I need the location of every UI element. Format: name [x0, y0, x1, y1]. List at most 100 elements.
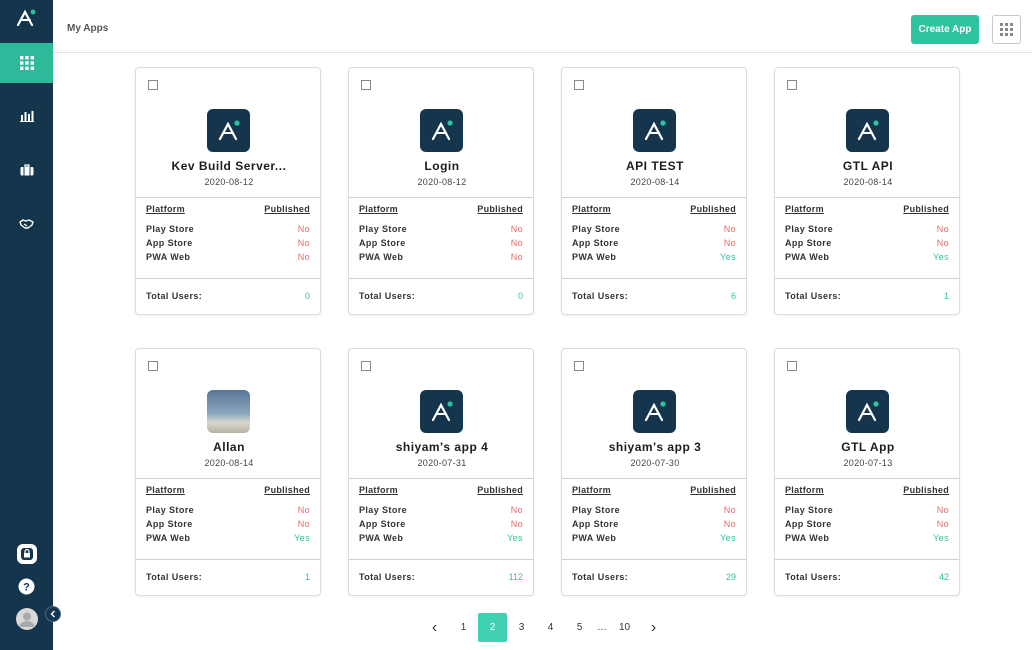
total-users-label: Total Users:	[572, 291, 629, 301]
app-store-status: No	[936, 519, 949, 529]
prev-page-button[interactable]: ‹	[420, 613, 449, 642]
play-store-status: No	[936, 224, 949, 234]
page-4[interactable]: 4	[536, 613, 565, 642]
lock-button[interactable]	[0, 542, 53, 566]
select-checkbox[interactable]	[787, 361, 797, 371]
select-checkbox[interactable]	[148, 361, 158, 371]
svg-text:?: ?	[23, 581, 30, 593]
sidebar-item-analytics[interactable]	[0, 96, 53, 136]
pwa-web-status: Yes	[294, 533, 310, 543]
page-1[interactable]: 1	[449, 613, 478, 642]
app-store-label: App Store	[572, 238, 619, 248]
select-checkbox[interactable]	[148, 80, 158, 90]
pwa-web-label: PWA Web	[146, 252, 191, 262]
page-title: My Apps	[67, 23, 109, 34]
play-store-status: No	[723, 224, 736, 234]
page-2[interactable]: 2	[478, 613, 507, 642]
app-store-label: App Store	[359, 238, 406, 248]
divider	[136, 278, 320, 279]
divider	[775, 278, 959, 279]
platform-header: Platform	[785, 485, 824, 495]
pwa-web-label: PWA Web	[572, 252, 617, 262]
app-name: API TEST	[625, 159, 684, 173]
play-store-label: Play Store	[146, 224, 195, 234]
view-toggle-button[interactable]	[992, 15, 1021, 44]
app-logo-icon	[644, 400, 666, 421]
pagination: ‹ 1 2 3 4 5… 10 ›	[420, 613, 668, 642]
app-name: shiyam's app 3	[608, 440, 702, 454]
app-icon	[633, 390, 676, 433]
pwa-web-label: PWA Web	[785, 252, 830, 262]
select-checkbox[interactable]	[787, 80, 797, 90]
select-checkbox[interactable]	[574, 80, 584, 90]
divider	[562, 559, 746, 560]
published-header: Published	[903, 204, 949, 214]
platform-header: Platform	[359, 485, 398, 495]
app-card[interactable]: Kev Build Server... 2020-08-12 Platform Pub…	[135, 67, 321, 315]
create-app-button[interactable]: Create App	[911, 15, 979, 44]
app-icon	[207, 109, 250, 152]
sidebar-collapse-button[interactable]	[45, 606, 61, 622]
select-checkbox[interactable]	[361, 361, 371, 371]
divider	[775, 478, 959, 479]
app-card[interactable]: shiyam's app 3 2020-07-30 Platform Publishe…	[561, 348, 747, 596]
app-date: 2020-08-12	[204, 177, 254, 187]
divider	[349, 559, 533, 560]
app-date: 2020-07-13	[843, 458, 893, 468]
sidebar-item-partners[interactable]	[0, 203, 53, 243]
app-card[interactable]: GTL App 2020-07-13 Platform Published Play S…	[774, 348, 960, 596]
app-icon	[420, 109, 463, 152]
divider	[562, 278, 746, 279]
app-icon	[420, 390, 463, 433]
app-store-label: App Store	[785, 238, 832, 248]
sidebar-item-apps[interactable]	[0, 43, 53, 83]
app-date: 2020-08-12	[417, 177, 467, 187]
chevron-left-icon	[50, 610, 55, 618]
next-page-button[interactable]: ›	[639, 613, 668, 642]
app-date: 2020-08-14	[843, 177, 893, 187]
app-name: Kev Build Server...	[171, 159, 287, 173]
brand-logo[interactable]	[0, 0, 53, 36]
app-store-status: No	[510, 519, 523, 529]
app-card[interactable]: API TEST 2020-08-14 Platform Published Play …	[561, 67, 747, 315]
user-avatar-icon	[15, 608, 38, 630]
platform-header: Platform	[146, 204, 185, 214]
sidebar-item-portfolio[interactable]	[0, 150, 53, 190]
app-card[interactable]: Allan 2020-08-14 Platform Published Play Sto…	[135, 348, 321, 596]
divider	[775, 559, 959, 560]
app-date: 2020-08-14	[630, 177, 680, 187]
play-store-label: Play Store	[359, 224, 408, 234]
total-users-label: Total Users:	[785, 291, 842, 301]
app-icon	[633, 109, 676, 152]
play-store-status: No	[936, 505, 949, 515]
app-card[interactable]: GTL API 2020-08-14 Platform Published Play S…	[774, 67, 960, 315]
pwa-web-label: PWA Web	[785, 533, 830, 543]
app-name: shiyam's app 4	[395, 440, 489, 454]
page-5[interactable]: 5	[565, 613, 594, 642]
pwa-web-status: No	[510, 252, 523, 262]
app-date: 2020-08-14	[204, 458, 254, 468]
total-users-label: Total Users:	[359, 572, 416, 582]
published-header: Published	[264, 204, 310, 214]
page-3[interactable]: 3	[507, 613, 536, 642]
help-button[interactable]: ?	[0, 576, 53, 596]
total-users-label: Total Users:	[359, 291, 416, 301]
app-store-status: No	[936, 238, 949, 248]
app-card[interactable]: Login 2020-08-12 Platform Published Play Sto…	[348, 67, 534, 315]
app-name: Login	[424, 159, 460, 173]
app-logo-icon	[218, 119, 240, 140]
app-logo-icon	[644, 119, 666, 140]
app-icon	[846, 390, 889, 433]
handshake-icon	[19, 218, 34, 229]
select-checkbox[interactable]	[574, 361, 584, 371]
app-card[interactable]: shiyam's app 4 2020-07-31 Platform Publishe…	[348, 348, 534, 596]
app-store-status: No	[510, 238, 523, 248]
total-users-value: 112	[508, 572, 523, 582]
play-store-label: Play Store	[572, 224, 621, 234]
app-logo-icon	[857, 400, 879, 421]
page-10[interactable]: 10	[610, 613, 639, 642]
select-checkbox[interactable]	[361, 80, 371, 90]
platform-header: Platform	[359, 204, 398, 214]
pwa-web-label: PWA Web	[359, 252, 404, 262]
page-ellipsis: …	[597, 622, 607, 633]
